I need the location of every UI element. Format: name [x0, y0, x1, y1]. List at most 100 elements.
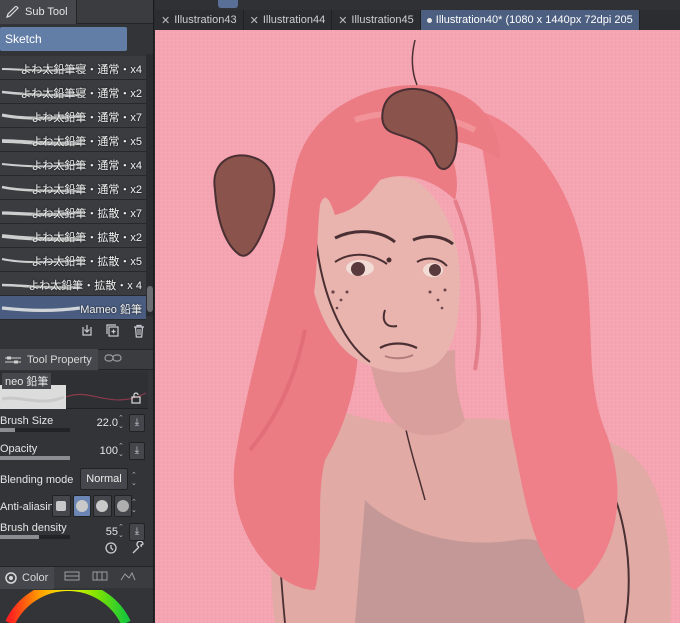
brush-item-label: よわ太鉛筆・拡散・x2 [31, 232, 142, 244]
anti-aliasing-row: Anti-aliasing ⌃ ⌄ [0, 495, 148, 521]
blending-mode-row: Blending mode Normal ⌃ ⌄ [0, 468, 148, 494]
close-icon[interactable]: ✕ [250, 14, 259, 27]
duplicate-icon[interactable] [106, 324, 120, 338]
document-tab-label: Illustration45 [351, 14, 414, 26]
close-icon[interactable]: ✕ [338, 14, 347, 27]
subtool-footer [0, 320, 153, 342]
tab-subtool[interactable]: Sub Tool [0, 0, 77, 24]
anti-aliasing-strong[interactable] [113, 495, 132, 517]
brush-density-row: Brush density 55 ⌃ ⌄ ⤓ [0, 521, 148, 547]
wrench-icon[interactable] [131, 540, 145, 560]
anti-aliasing-medium[interactable] [93, 495, 112, 517]
brush-item[interactable]: よわ太鉛筆寝・通常・x4 [0, 56, 146, 80]
brush-item-label: よわ太鉛筆・拡散・x 4 [28, 280, 142, 292]
color-wheel[interactable] [0, 590, 154, 623]
document-tab[interactable]: Illustration40* (1080 x 1440px 72dpi 205 [420, 10, 640, 30]
blending-mode-select[interactable]: Normal [80, 468, 128, 490]
brush-item-label: Mameo 鉛筆 [80, 304, 142, 316]
brush-item-label: よわ太鉛筆寝・通常・x2 [20, 88, 142, 100]
brush-size-value[interactable]: 22.0 [97, 417, 118, 429]
color-tabbar: Color [0, 566, 153, 589]
brush-item[interactable]: よわ太鉛筆・通常・x2 [0, 176, 146, 200]
document-tab-label: Illustration40* (1080 x 1440px 72dpi 205 [435, 14, 633, 26]
preview-brush-name: neo 鉛筆 [2, 373, 52, 389]
document-tab-label: Illustration43 [174, 14, 237, 26]
brush-item-label: よわ太鉛筆・通常・x7 [31, 112, 142, 124]
trash-icon[interactable] [132, 324, 146, 338]
anti-aliasing-options [52, 495, 132, 517]
brush-item[interactable]: よわ太鉛筆・拡散・x 4 [0, 272, 146, 296]
opacity-dynamics-button[interactable]: ⤓ [129, 442, 145, 460]
close-icon[interactable]: ✕ [161, 14, 170, 27]
brush-size-dynamics-button[interactable]: ⤓ [129, 414, 145, 432]
color-slider-tab-icon[interactable] [64, 571, 80, 584]
lock-icon[interactable] [130, 391, 142, 409]
brush-density-slider[interactable] [0, 535, 70, 539]
blending-mode-spinner[interactable]: ⌃ ⌄ [131, 472, 140, 488]
sliders-icon [5, 356, 21, 363]
brush-item-label: よわ太鉛筆・拡散・x7 [31, 208, 142, 220]
brush-item[interactable]: よわ太鉛筆寝・通常・x2 [0, 80, 146, 104]
brush-item-label: よわ太鉛筆・通常・x4 [31, 160, 142, 172]
link-icon[interactable] [104, 353, 122, 366]
subtool-tab-label: Sub Tool [25, 5, 68, 18]
toolbar-strip [155, 0, 680, 10]
toolbar-active-button[interactable] [218, 0, 238, 8]
anti-aliasing-none[interactable] [52, 495, 71, 517]
scroll-thumb[interactable] [147, 286, 153, 312]
tab-color[interactable]: Color [0, 566, 55, 589]
brush-item[interactable]: よわ太鉛筆・拡散・x2 [0, 224, 146, 248]
brush-item-label: よわ太鉛筆寝・通常・x4 [20, 64, 142, 76]
brush-density-value[interactable]: 55 [106, 526, 118, 538]
brush-size-slider[interactable] [0, 428, 70, 432]
brush-item[interactable]: よわ太鉛筆・拡散・x5 [0, 248, 146, 272]
anti-aliasing-spinner[interactable]: ⌃ ⌄ [131, 499, 140, 515]
document-tab[interactable]: ✕ Illustration44 [244, 10, 333, 30]
opacity-value[interactable]: 100 [100, 445, 118, 457]
brush-item-label: よわ太鉛筆・拡散・x5 [31, 256, 142, 268]
color-set-tab-icon[interactable] [92, 571, 108, 584]
settings-icon[interactable] [104, 541, 118, 560]
left-panel: Sub Tool Sketch よわ太鉛筆寝・通常・x4 よわ太鉛筆寝・通常・x2… [0, 0, 154, 623]
brush-item-label: よわ太鉛筆・通常・x2 [31, 184, 142, 196]
color-tab-label: Color [22, 571, 49, 584]
brush-item[interactable]: Mameo 鉛筆 [0, 296, 146, 320]
opacity-spinner[interactable]: ⌃ ⌄ [118, 443, 127, 459]
modified-dot [426, 17, 432, 23]
tab-tool-property[interactable]: Tool Property [0, 349, 98, 370]
anti-aliasing-label: Anti-aliasing [0, 501, 60, 513]
tool-property-tab-label: Tool Property [27, 353, 92, 366]
document-tab[interactable]: ✕ Illustration45 [332, 10, 421, 30]
brush-density-dynamics-button[interactable]: ⤓ [129, 523, 145, 541]
import-icon[interactable] [80, 324, 94, 338]
blending-mode-label: Blending mode [0, 474, 74, 486]
anti-aliasing-weak[interactable] [72, 495, 91, 517]
brush-preview: neo 鉛筆 [0, 371, 148, 409]
brush-item[interactable]: よわ太鉛筆・通常・x7 [0, 104, 146, 128]
subtool-group-sketch[interactable]: Sketch [0, 27, 127, 51]
tool-property-tabbar: Tool Property [0, 349, 153, 370]
color-history-tab-icon[interactable] [120, 571, 136, 584]
subtool-tabbar: Sub Tool [0, 0, 153, 24]
brush-size-spinner[interactable]: ⌃ ⌄ [118, 415, 127, 431]
document-tab-label: Illustration44 [262, 14, 326, 26]
opacity-row: Opacity 100 ⌃ ⌄ ⤓ [0, 440, 148, 466]
pencil-icon [6, 5, 19, 18]
brush-size-label: Brush Size [0, 415, 54, 427]
brush-density-label: Brush density [0, 522, 67, 534]
brush-item[interactable]: よわ太鉛筆・拡散・x7 [0, 200, 146, 224]
brush-item[interactable]: よわ太鉛筆・通常・x4 [0, 152, 146, 176]
brush-list-scrollbar[interactable] [146, 54, 153, 316]
brush-item[interactable]: よわ太鉛筆・通常・x5 [0, 128, 146, 152]
canvas-area[interactable] [155, 30, 680, 623]
brush-item-label: よわ太鉛筆・通常・x5 [31, 136, 142, 148]
brush-density-spinner[interactable]: ⌃ ⌄ [118, 524, 127, 540]
brush-list: よわ太鉛筆寝・通常・x4 よわ太鉛筆寝・通常・x2 よわ太鉛筆・通常・x7 よわ太鉛筆… [0, 56, 146, 320]
opacity-slider[interactable] [0, 456, 70, 460]
document-tab[interactable]: ✕ Illustration43 [155, 10, 244, 30]
brush-size-row: Brush Size 22.0 ⌃ ⌄ ⤓ [0, 412, 148, 438]
color-wheel-icon [5, 571, 17, 584]
document-tabs: ✕ Illustration43 ✕ Illustration44 ✕ Illustrat… [155, 10, 680, 30]
illustration-canvas[interactable] [155, 30, 680, 623]
opacity-label: Opacity [0, 443, 38, 455]
